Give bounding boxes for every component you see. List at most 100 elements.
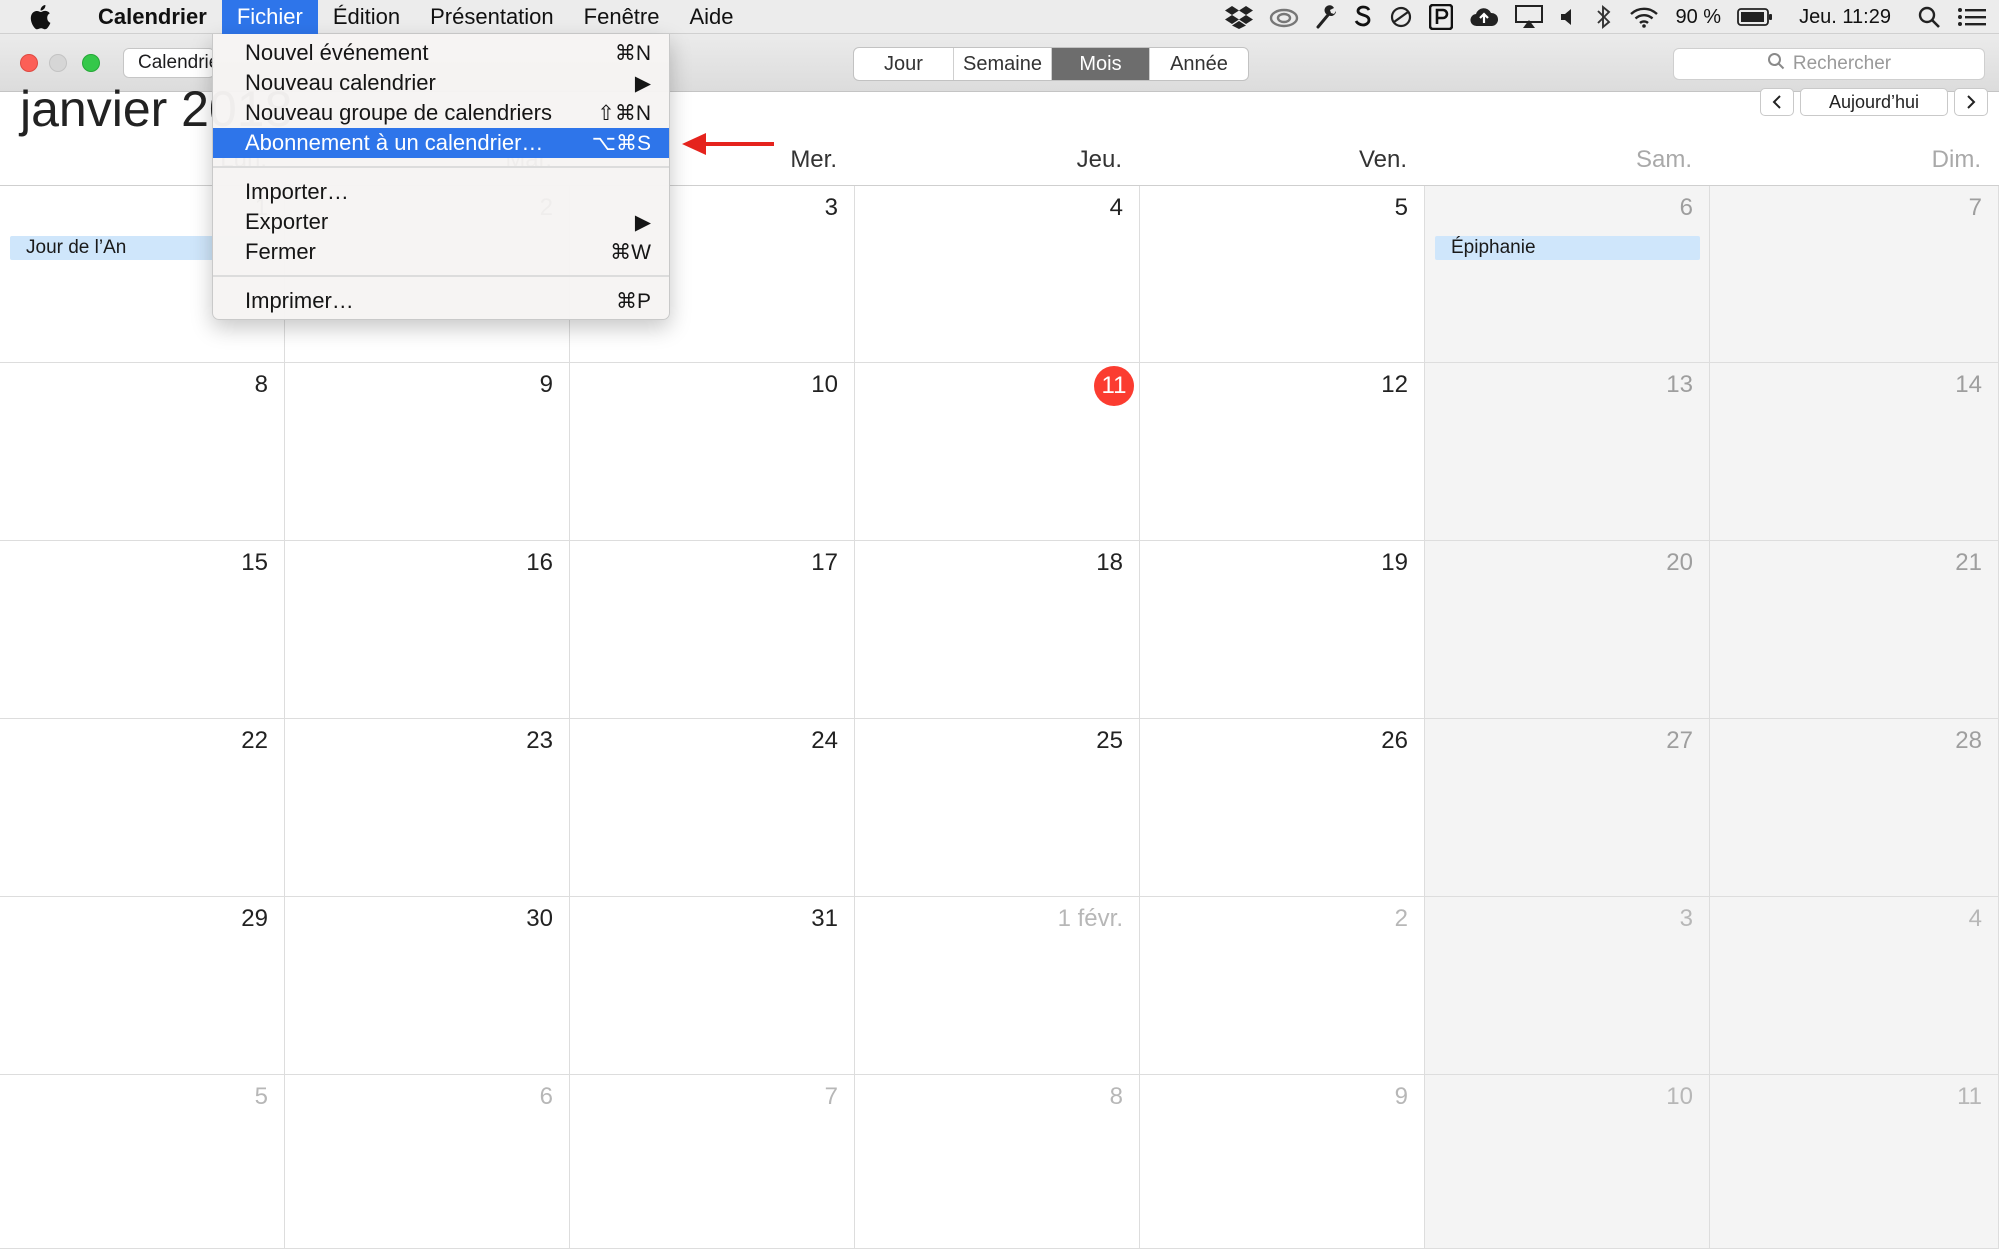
cloud-upload-icon[interactable] [1469,6,1499,28]
airplay-icon[interactable] [1515,5,1544,29]
day-number: 19 [1381,549,1408,576]
day-cell[interactable]: 13 [1425,363,1710,541]
view-year-tab[interactable]: Année [1150,48,1248,80]
menu-bar: Calendrier Fichier Édition Présentation … [0,0,1999,34]
dropbox-icon[interactable] [1225,5,1254,29]
previous-month-button[interactable] [1760,88,1794,116]
day-cell[interactable]: 9 [1140,1075,1425,1249]
day-cell[interactable]: 1 févr. [855,897,1140,1075]
day-cell[interactable]: 30 [285,897,570,1075]
day-cell[interactable]: 7 [570,1075,855,1249]
day-cell[interactable]: 27 [1425,719,1710,897]
day-cell[interactable]: 4 [855,186,1140,363]
day-number: 1 févr. [1057,905,1123,932]
day-cell[interactable]: 8 [0,363,285,541]
menu-print[interactable]: Imprimer… ⌘P [213,286,669,316]
view-day-tab[interactable]: Jour [854,48,954,80]
day-number: 28 [1955,727,1982,754]
day-cell[interactable]: 14 [1710,363,1999,541]
menu-close[interactable]: Fermer ⌘W [213,237,669,267]
menu-app-name[interactable]: Calendrier [83,0,222,34]
wifi-icon[interactable] [1629,6,1659,28]
day-cell[interactable]: 23 [285,719,570,897]
today-button[interactable]: Aujourd’hui [1800,88,1948,116]
calendar-event[interactable]: Épiphanie [1435,236,1700,260]
day-cell[interactable]: 18 [855,541,1140,719]
day-cell[interactable]: 6 [285,1075,570,1249]
menu-fenetre[interactable]: Fenêtre [569,0,675,34]
menu-import[interactable]: Importer… [213,177,669,207]
day-cell[interactable]: 7 [1710,186,1999,363]
menu-new-calendar-group[interactable]: Nouveau groupe de calendriers ⇧⌘N [213,98,669,128]
spotlight-search-icon[interactable] [1917,5,1941,29]
day-number: 6 [1679,194,1693,221]
menu-presentation[interactable]: Présentation [415,0,569,34]
battery-icon[interactable] [1737,7,1773,27]
day-cell[interactable]: 19 [1140,541,1425,719]
day-cell[interactable]: 6 Épiphanie [1425,186,1710,363]
skype-icon[interactable] [1353,4,1373,30]
menu-edition[interactable]: Édition [318,0,415,34]
day-number: 7 [824,1083,838,1110]
day-number: 25 [1096,727,1123,754]
notification-center-icon[interactable] [1957,6,1987,28]
menu-aide[interactable]: Aide [674,0,748,34]
day-cell[interactable]: 17 [570,541,855,719]
creative-cloud-icon[interactable] [1269,6,1299,28]
volume-icon[interactable] [1559,6,1579,28]
wrench-icon[interactable] [1315,5,1337,29]
day-number: 7 [1968,194,1982,221]
day-cell[interactable]: 24 [570,719,855,897]
battery-percent[interactable]: 90 % [1675,6,1721,29]
day-cell[interactable]: 15 [0,541,285,719]
day-cell[interactable]: 12 [1140,363,1425,541]
day-cell[interactable]: 22 [0,719,285,897]
menu-new-calendar[interactable]: Nouveau calendrier ▶ [213,68,669,98]
day-cell[interactable]: 2 [1140,897,1425,1075]
menu-new-event[interactable]: Nouvel événement ⌘N [213,38,669,68]
menubar-clock[interactable]: Jeu. 11:29 [1799,6,1891,29]
apple-menu-icon[interactable] [29,4,59,30]
day-cell[interactable]: 11 [1710,1075,1999,1249]
day-cell[interactable]: 11 [855,363,1140,541]
menu-subscribe-calendar[interactable]: Abonnement à un calendrier… ⌥⌘S [213,128,669,158]
calendars-button[interactable]: Calendriers [123,48,215,78]
menu-separator [213,275,669,277]
search-field[interactable]: Rechercher [1673,48,1985,80]
view-week-tab[interactable]: Semaine [954,48,1052,80]
day-cell[interactable]: 10 [1425,1075,1710,1249]
submenu-arrow-icon: ▶ [634,210,651,234]
day-cell[interactable]: 5 [1140,186,1425,363]
menu-fichier[interactable]: Fichier [221,0,318,34]
day-cell[interactable]: 8 [855,1075,1140,1249]
day-cell[interactable]: 21 [1710,541,1999,719]
day-number: 20 [1666,549,1693,576]
menu-item-shortcut: ⌘W [610,240,651,264]
day-cell[interactable]: 3 [1425,897,1710,1075]
day-cell[interactable]: 16 [285,541,570,719]
search-icon [1767,52,1785,76]
window-fullscreen-button[interactable] [82,54,100,72]
day-cell[interactable]: 29 [0,897,285,1075]
view-month-tab[interactable]: Mois [1052,48,1150,80]
day-cell[interactable]: 25 [855,719,1140,897]
bluetooth-icon[interactable] [1595,4,1613,30]
day-cell[interactable]: 28 [1710,719,1999,897]
day-cell[interactable]: 31 [570,897,855,1075]
day-number: 22 [241,727,268,754]
day-cell[interactable]: 10 [570,363,855,541]
window-close-button[interactable] [20,54,38,72]
day-number: 26 [1381,727,1408,754]
menu-export[interactable]: Exporter ▶ [213,207,669,237]
day-cell[interactable]: 9 [285,363,570,541]
day-cell[interactable]: 20 [1425,541,1710,719]
pocket-p-icon[interactable] [1429,4,1454,30]
ban-circle-icon[interactable] [1389,5,1413,29]
day-cell[interactable]: 4 [1710,897,1999,1075]
day-cell[interactable]: 5 [0,1075,285,1249]
next-month-button[interactable] [1954,88,1988,116]
day-number: 16 [526,549,553,576]
day-number: 12 [1381,371,1408,398]
window-minimize-button[interactable] [49,54,67,72]
day-cell[interactable]: 26 [1140,719,1425,897]
